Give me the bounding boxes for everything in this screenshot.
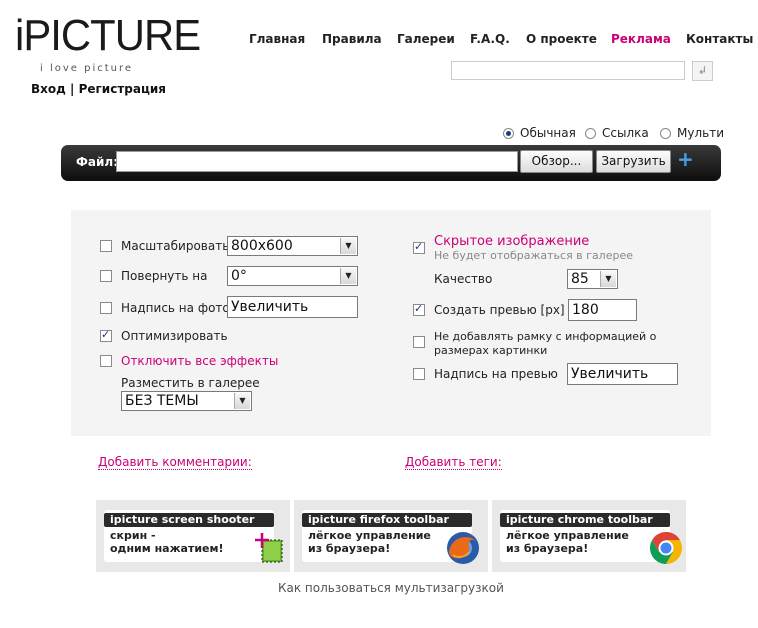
rotate-select-value: 0° (231, 268, 247, 284)
firefox-icon (447, 532, 479, 564)
chevron-down-icon: ▼ (600, 271, 616, 287)
site-tagline: i love picture (40, 63, 134, 74)
rotate-label: Повернуть на (121, 269, 208, 283)
add-tags-link[interactable]: Добавить теги: (405, 455, 502, 470)
preview-caption-label: Надпись на превью (434, 367, 558, 381)
screenshot-crop-icon (255, 533, 283, 563)
mode-normal[interactable]: Обычная (503, 126, 576, 140)
nav-rules[interactable]: Правила (322, 32, 382, 46)
optimize-label: Оптимизировать (121, 329, 228, 343)
multi-upload-help-link[interactable]: Как пользоваться мультизагрузкой (278, 581, 504, 595)
gallery-label: Разместить в галерее (121, 376, 260, 390)
radio-multi[interactable] (660, 127, 671, 139)
search-input[interactable] (451, 61, 685, 80)
hidden-image-hint: Не будет отображаться в галерее (434, 249, 633, 262)
disable-effects-checkbox[interactable] (100, 355, 112, 367)
mode-normal-label: Обычная (520, 126, 576, 140)
mode-multi-label: Мульти (677, 126, 724, 140)
promo-line1: лёгкое управление (506, 529, 629, 542)
site-logo[interactable]: iPICTURE (15, 14, 201, 58)
promo-firefox-toolbar[interactable]: ipicture firefox toolbar лёгкое управлен… (294, 500, 488, 572)
mode-multi[interactable]: Мульти (660, 126, 724, 140)
rotate-checkbox[interactable] (100, 270, 112, 282)
no-frame-label-line1: Не добавлять рамку с информацией о (434, 330, 657, 343)
promo-line1: скрин - (110, 529, 156, 542)
file-path-input[interactable] (116, 151, 518, 172)
promo-screen-shooter[interactable]: ipicture screen shooter скрин - одним на… (96, 500, 290, 572)
no-frame-checkbox[interactable] (413, 336, 425, 348)
caption-label: Надпись на фото (121, 301, 230, 315)
caption-input[interactable]: Увеличить (227, 296, 358, 318)
nav-ads[interactable]: Реклама (611, 32, 671, 46)
preview-checkbox[interactable] (413, 302, 425, 316)
scale-select-value: 800x600 (231, 238, 293, 254)
login-link[interactable]: Вход (31, 82, 66, 96)
nav-home[interactable]: Главная (249, 32, 305, 46)
promo-subtitle: скрин - одним нажатием! (110, 529, 224, 555)
rotate-select[interactable]: 0° ▼ (227, 266, 358, 286)
preview-caption-checkbox[interactable] (413, 368, 425, 380)
radio-link[interactable] (585, 127, 596, 139)
promo-line1: лёгкое управление (308, 529, 431, 542)
auth-separator: | (70, 82, 75, 96)
promo-line2: из браузера! (308, 542, 391, 555)
quality-label: Качество (434, 272, 493, 286)
radio-normal[interactable] (503, 127, 514, 139)
promo-line2: одним нажатием! (110, 542, 224, 555)
nav-contacts[interactable]: Контакты (686, 32, 753, 46)
disable-effects-label: Отключить все эффекты (121, 354, 279, 368)
browse-button[interactable]: Обзор... (520, 150, 593, 173)
promo-title: ipicture chrome toolbar (500, 513, 670, 527)
promo-panel: ipicture screen shooter скрин - одним на… (104, 510, 283, 563)
add-comments-link[interactable]: Добавить комментарии: (98, 455, 252, 470)
chevron-down-icon: ▼ (340, 238, 356, 254)
no-frame-label-line2: размерах картинки (434, 344, 548, 357)
scale-label: Масштабировать (121, 239, 230, 253)
nav-faq[interactable]: F.A.Q. (470, 32, 510, 46)
auth-links: Вход | Регистрация (31, 82, 166, 96)
gallery-select-value: БЕЗ ТЕМЫ (125, 393, 199, 409)
preview-caption-input[interactable]: Увеличить (567, 363, 678, 385)
promo-panel: ipicture chrome toolbar лёгкое управлени… (500, 510, 683, 564)
hidden-image-checkbox[interactable] (413, 240, 425, 254)
scale-select[interactable]: 800x600 ▼ (227, 236, 358, 256)
mode-link-label: Ссылка (602, 126, 649, 140)
search-submit-button[interactable]: ↲ (692, 61, 713, 81)
chevron-down-icon: ▼ (234, 393, 250, 409)
promo-chrome-toolbar[interactable]: ipicture chrome toolbar лёгкое управлени… (492, 500, 686, 572)
file-label: Файл: (76, 155, 118, 169)
mode-link[interactable]: Ссылка (585, 126, 649, 140)
register-link[interactable]: Регистрация (79, 82, 166, 96)
add-file-icon[interactable]: + (677, 149, 694, 169)
quality-select-value: 85 (571, 271, 589, 287)
promo-subtitle: лёгкое управление из браузера! (506, 529, 629, 555)
promo-title: ipicture screen shooter (104, 513, 274, 527)
nav-galleries[interactable]: Галереи (397, 32, 455, 46)
scale-checkbox[interactable] (100, 240, 112, 252)
promo-title: ipicture firefox toolbar (302, 513, 472, 527)
gallery-select[interactable]: БЕЗ ТЕМЫ ▼ (121, 391, 252, 411)
preview-size-input[interactable]: 180 (568, 299, 637, 321)
upload-button[interactable]: Загрузить (596, 150, 671, 173)
preview-label: Создать превью [px] (434, 303, 565, 317)
optimize-checkbox[interactable] (100, 328, 112, 342)
caption-checkbox[interactable] (100, 302, 112, 314)
nav-about[interactable]: О проекте (526, 32, 597, 46)
quality-select[interactable]: 85 ▼ (567, 269, 618, 289)
promo-subtitle: лёгкое управление из браузера! (308, 529, 431, 555)
hidden-image-label: Скрытое изображение (434, 234, 590, 249)
enter-icon: ↲ (697, 64, 708, 77)
chrome-icon (649, 532, 683, 564)
promo-panel: ipicture firefox toolbar лёгкое управлен… (302, 510, 479, 564)
promo-line2: из браузера! (506, 542, 589, 555)
chevron-down-icon: ▼ (340, 268, 356, 284)
